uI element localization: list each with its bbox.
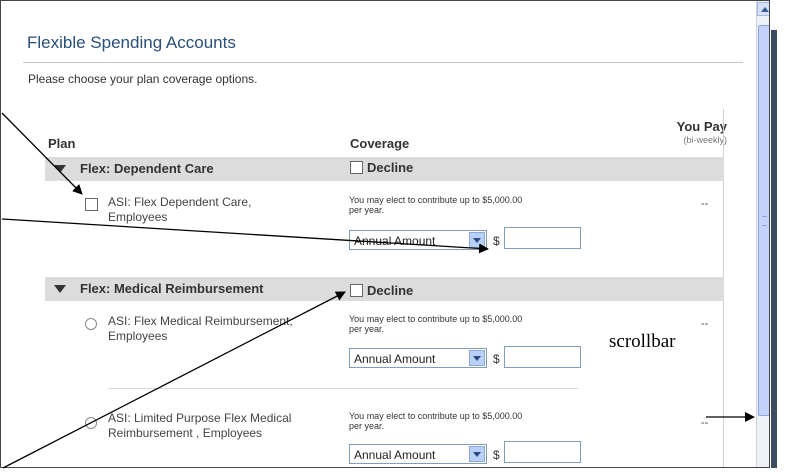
annotation-arrows xyxy=(1,112,755,469)
annotation-arrow-checkbox xyxy=(1,112,83,195)
annotation-arrow-dollar-input xyxy=(1,218,489,254)
annotation-arrow-decline xyxy=(2,291,346,469)
